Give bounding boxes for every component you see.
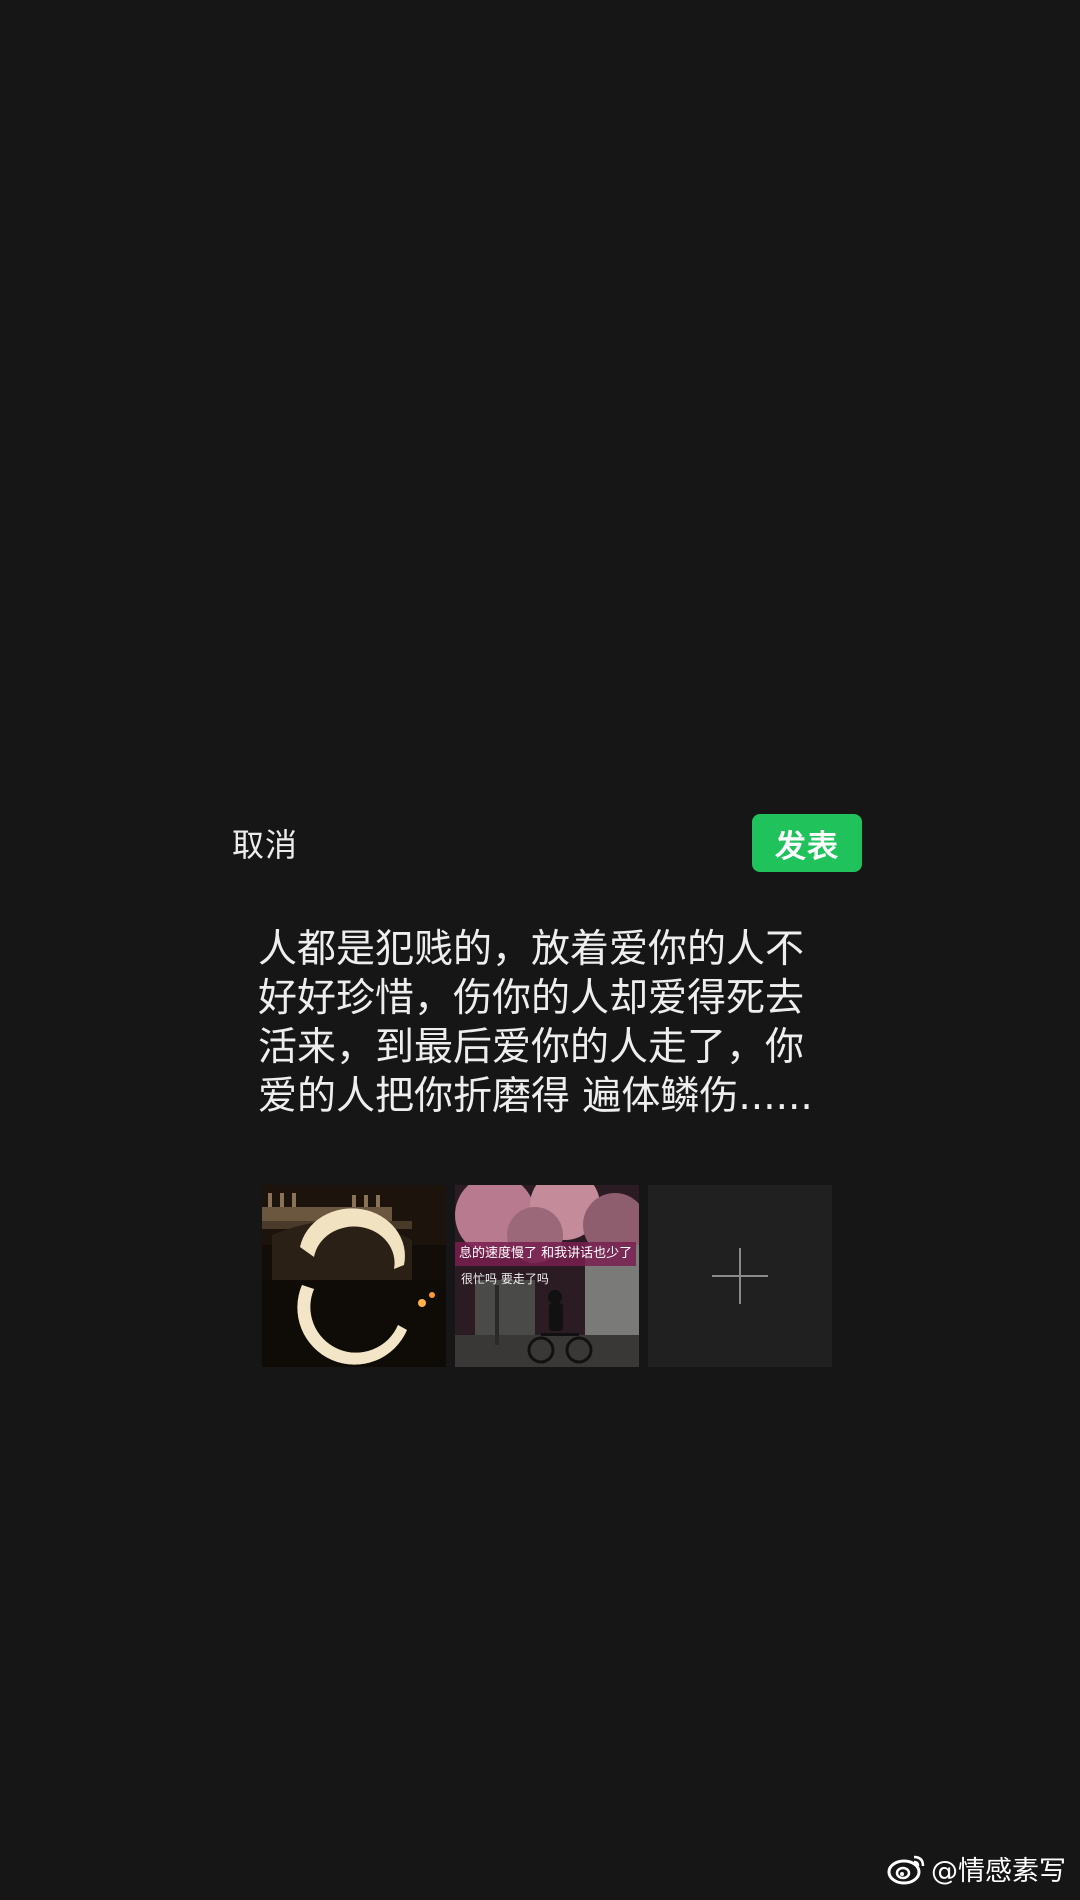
top-bar: 取消 发表	[232, 814, 862, 874]
watermark: @情感素写	[887, 1849, 1066, 1888]
add-photo-button[interactable]	[648, 1185, 832, 1367]
cancel-button[interactable]: 取消	[232, 820, 298, 866]
photo-caption-line1: 息的速度慢了 和我讲话也少了	[455, 1242, 637, 1266]
weibo-icon	[887, 1855, 925, 1884]
publish-button[interactable]: 发表	[752, 814, 862, 872]
media-grid: 息的速度慢了 和我讲话也少了 很忙吗 要走了吗	[262, 1185, 832, 1367]
photo-thumbnail-cyclist[interactable]: 息的速度慢了 和我讲话也少了 很忙吗 要走了吗	[455, 1185, 639, 1367]
watermark-text: @情感素写	[931, 1856, 1066, 1887]
post-text-input[interactable]: 人都是犯贱的，放着爱你的人不好好珍惜，伤你的人却爱得死去活来，到最后爱你的人走了…	[258, 925, 838, 1121]
photo-caption-line2: 很忙吗 要走了吗	[461, 1272, 549, 1286]
bridge-night-photo	[262, 1185, 446, 1367]
photo-thumbnail-bridge[interactable]	[262, 1185, 446, 1367]
